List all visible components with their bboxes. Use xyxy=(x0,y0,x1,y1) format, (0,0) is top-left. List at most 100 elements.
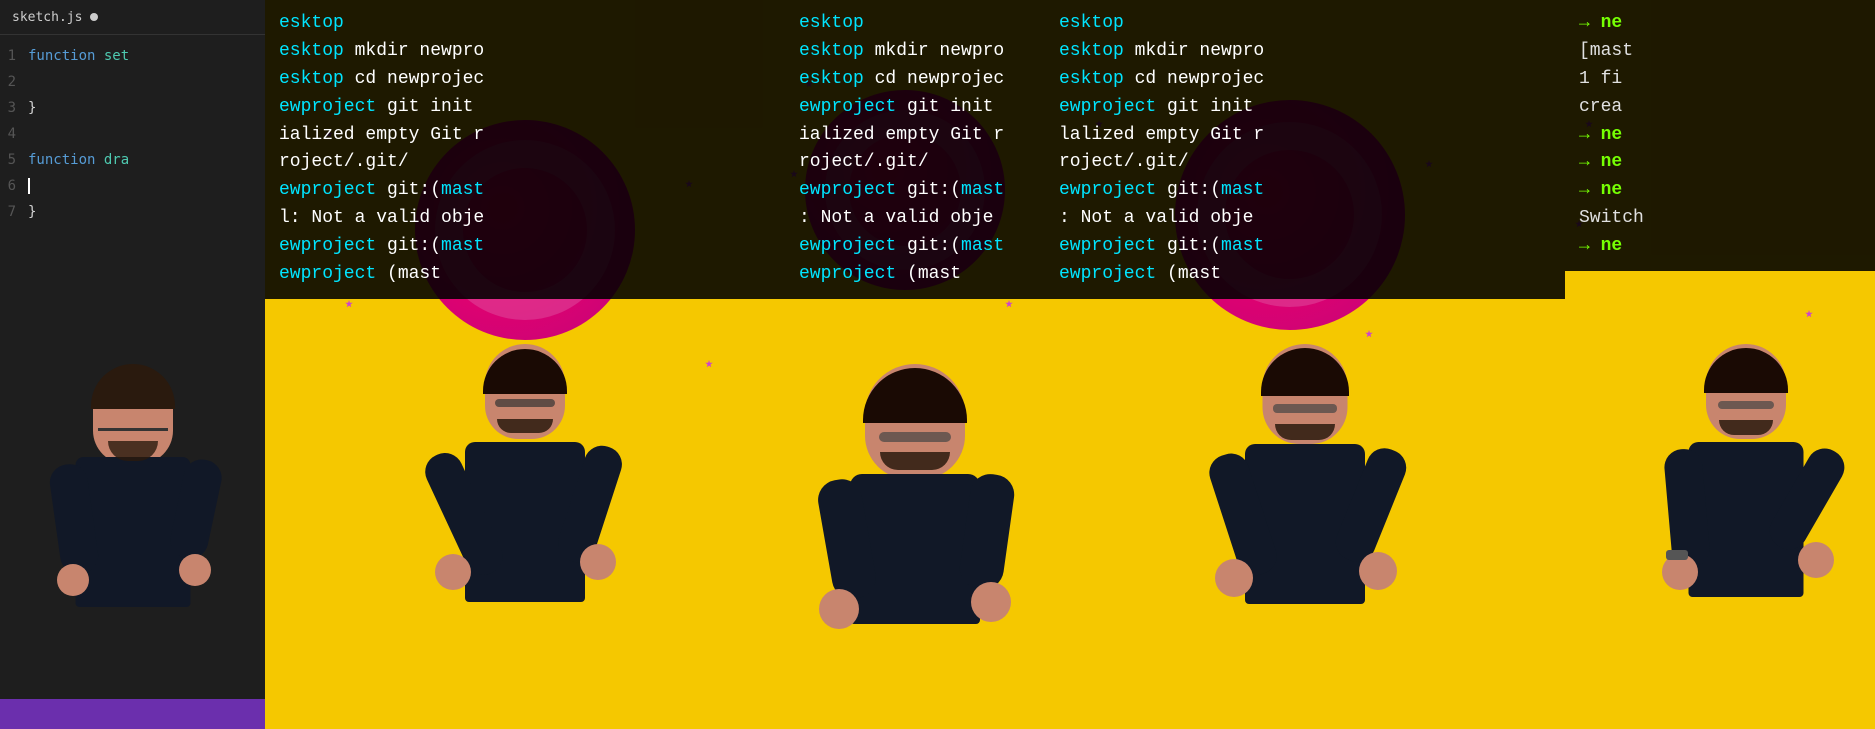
beard xyxy=(1719,420,1773,435)
code-content: function set xyxy=(28,48,129,64)
terminal-text-overlay-3: esktop esktop mkdir newpro esktop cd new… xyxy=(785,0,1045,299)
terminal-line-create: crea xyxy=(1579,94,1861,122)
hand-right xyxy=(580,544,616,580)
beard xyxy=(497,419,553,433)
terminal-text-overlay: esktop esktop mkdir newpro esktop cd new… xyxy=(265,0,785,299)
hand-left-large xyxy=(819,589,859,629)
terminal-line: ewproject (mast xyxy=(1059,261,1551,289)
star-decoration xyxy=(345,300,353,308)
terminal-panel-5: → ne [mast 1 fi crea → ne → ne → ne Swit… xyxy=(1565,0,1875,729)
terminal-line: ewproject git:(mast xyxy=(1059,177,1551,205)
terminal-line: roject/.git/ xyxy=(279,149,771,177)
terminal-line: esktop mkdir newpro xyxy=(1059,38,1551,66)
terminal-panel-3: esktop esktop mkdir newpro esktop cd new… xyxy=(785,0,1045,729)
terminal-line: ewproject git:(mast xyxy=(799,177,1031,205)
line-number: 5 xyxy=(0,152,28,168)
terminal-line: ewproject (mast xyxy=(279,261,771,289)
line-number: 1 xyxy=(0,48,28,64)
person-hair xyxy=(91,364,175,409)
glasses-large xyxy=(879,432,951,442)
presenter-video-5 xyxy=(1616,344,1875,704)
person-hand-right xyxy=(179,554,211,586)
terminal-line: esktop cd newprojec xyxy=(279,66,771,94)
terminal-line: esktop xyxy=(1059,10,1551,38)
hand-left xyxy=(1215,559,1253,597)
hair xyxy=(1704,348,1788,393)
code-line-4: 4 xyxy=(0,121,265,147)
editor-status-bar xyxy=(0,699,265,729)
star-decoration xyxy=(705,360,713,368)
hand-right-large xyxy=(971,582,1011,622)
code-content xyxy=(28,178,30,194)
terminal-line: ialized empty Git r xyxy=(279,122,771,150)
tab-filename: sketch.js xyxy=(12,10,82,25)
tab-modified-dot xyxy=(90,13,98,21)
terminal-line: ewproject git init xyxy=(1059,94,1551,122)
terminal-line-master: [mast xyxy=(1579,38,1861,66)
presenter-video-1 xyxy=(0,359,265,699)
terminal-line: ewproject git init xyxy=(279,94,771,122)
terminal-line: esktop mkdir newpro xyxy=(279,38,771,66)
terminal-line: ialized empty Git r xyxy=(799,122,1031,150)
terminal-line: ewproject git:(mast xyxy=(1059,233,1551,261)
terminal-line: roject/.git/ xyxy=(1059,149,1551,177)
hand-right xyxy=(1798,542,1834,578)
terminal-line: ewproject git init xyxy=(799,94,1031,122)
terminal-line: esktop mkdir newpro xyxy=(799,38,1031,66)
terminal-line-arrow-4: → ne xyxy=(1579,177,1861,205)
code-line-2: 2 xyxy=(0,69,265,95)
terminal-line-switch: Switch xyxy=(1579,205,1861,233)
terminal-line: esktop xyxy=(279,10,771,38)
terminal-panel-4: esktop esktop mkdir newpro esktop cd new… xyxy=(1045,0,1565,729)
terminal-line: esktop cd newprojec xyxy=(1059,66,1551,94)
terminal-line: ewproject git:(mast xyxy=(279,177,771,205)
terminal-text-overlay-5: → ne [mast 1 fi crea → ne → ne → ne Swit… xyxy=(1565,0,1875,271)
terminal-line: esktop cd newprojec xyxy=(799,66,1031,94)
line-number: 3 xyxy=(0,100,28,116)
terminal-line-file: 1 fi xyxy=(1579,66,1861,94)
hand-right xyxy=(1359,552,1397,590)
terminal-line: l: Not a valid obje xyxy=(279,205,771,233)
terminal-line-arrow-1: → ne xyxy=(1579,10,1861,38)
hair xyxy=(1261,348,1349,396)
terminal-line: roject/.git/ xyxy=(799,149,1031,177)
terminal-line: esktop xyxy=(799,10,1031,38)
terminal-line: ewproject (mast xyxy=(799,261,1031,289)
code-content: } xyxy=(28,100,36,116)
watch xyxy=(1666,550,1688,560)
terminal-line: ewproject git:(mast xyxy=(279,233,771,261)
code-line-7: 7 } xyxy=(0,199,265,225)
code-content: function dra xyxy=(28,152,129,168)
code-line-3: 3 } xyxy=(0,95,265,121)
editor-tab[interactable]: sketch.js xyxy=(0,0,265,35)
glasses xyxy=(1718,401,1774,409)
line-number: 6 xyxy=(0,178,28,194)
line-number: 4 xyxy=(0,126,28,142)
glasses-frame xyxy=(495,399,555,407)
terminal-line-arrow-5: → ne xyxy=(1579,233,1861,261)
beard xyxy=(1275,424,1335,440)
code-line-1: 1 function set xyxy=(0,43,265,69)
line-number: 2 xyxy=(0,74,28,90)
glasses xyxy=(1273,404,1337,413)
terminal-panel-2: esktop esktop mkdir newpro esktop cd new… xyxy=(265,0,785,729)
presenter-video-2 xyxy=(385,344,665,704)
terminal-line-arrow-3: → ne xyxy=(1579,149,1861,177)
presenter-video-4 xyxy=(1155,344,1455,704)
editor-panel: sketch.js 1 function set 2 3 } 4 5 funct… xyxy=(0,0,265,729)
hair-large xyxy=(863,368,967,423)
terminal-line: lalized empty Git r xyxy=(1059,122,1551,150)
code-content: } xyxy=(28,204,36,220)
beard-large xyxy=(880,452,950,470)
line-number: 7 xyxy=(0,204,28,220)
terminal-line-arrow-2: → ne xyxy=(1579,122,1861,150)
terminal-text-overlay-4: esktop esktop mkdir newpro esktop cd new… xyxy=(1045,0,1565,299)
terminal-line: : Not a valid obje xyxy=(799,205,1031,233)
terminal-line: : Not a valid obje xyxy=(1059,205,1551,233)
terminal-line: ewproject git:(mast xyxy=(799,233,1031,261)
code-line-5: 5 function dra xyxy=(0,147,265,173)
code-line-6: 6 xyxy=(0,173,265,199)
presenter-closeup xyxy=(805,364,1025,704)
person-glasses xyxy=(98,419,168,431)
hand-left xyxy=(435,554,471,590)
